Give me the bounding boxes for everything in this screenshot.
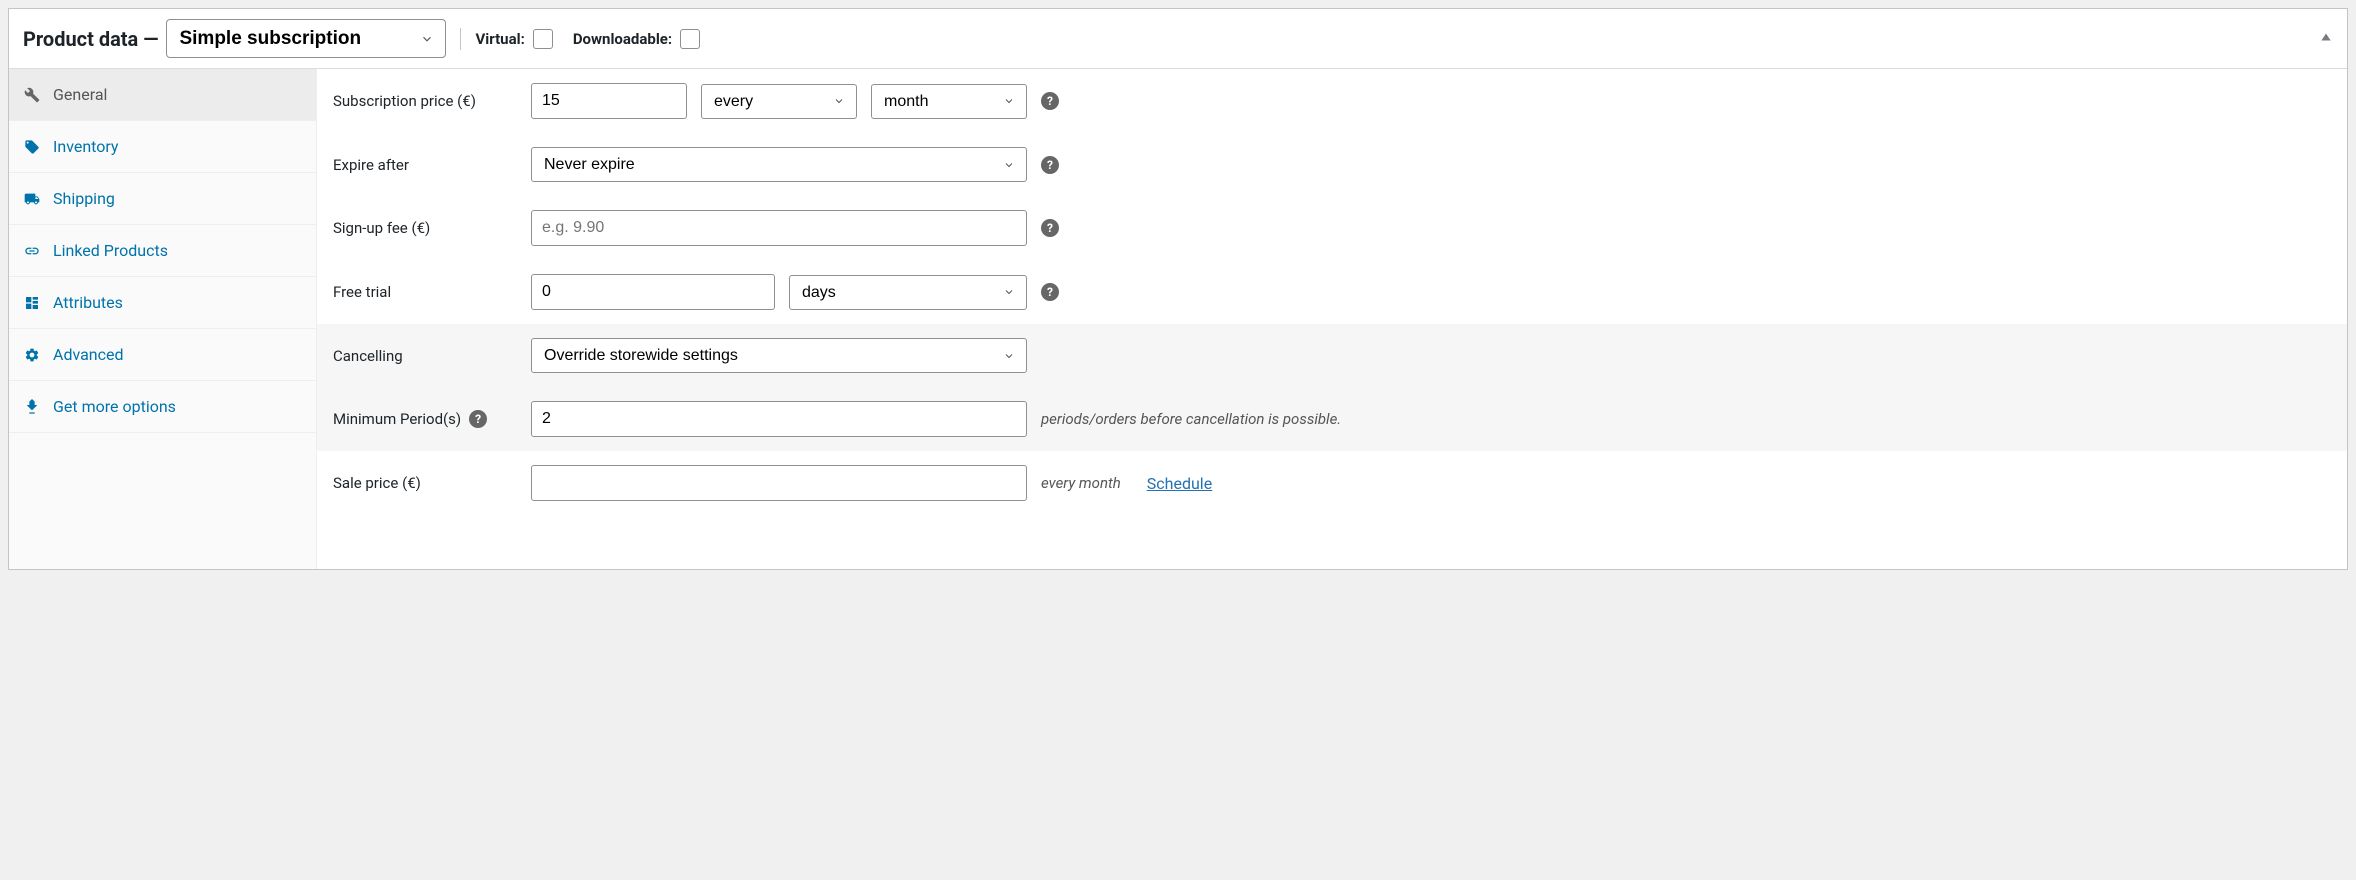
cancelling-section: Cancelling Override storewide settings M… — [317, 324, 2347, 451]
layout-icon — [23, 294, 41, 312]
row-subscription-price: Subscription price (€) every month ? — [317, 69, 2347, 133]
row-free-trial: Free trial days ? — [317, 260, 2347, 324]
min-periods-input[interactable] — [531, 401, 1027, 437]
row-cancelling: Cancelling Override storewide settings — [317, 324, 2347, 387]
tab-label: Shipping — [53, 189, 115, 208]
row-expire-after: Expire after Never expire ? — [317, 133, 2347, 196]
virtual-checkbox[interactable] — [533, 29, 553, 49]
tab-more-link[interactable]: Get more options — [9, 381, 316, 432]
subscription-period-select[interactable]: month — [871, 84, 1027, 119]
tab-attributes-link[interactable]: Attributes — [9, 277, 316, 328]
plugin-icon — [23, 398, 41, 416]
subscription-price-input[interactable] — [531, 83, 687, 119]
wrench-icon — [23, 86, 41, 104]
product-data-tabs: General Inventory Shipping — [9, 69, 317, 569]
sale-price-suffix: every month — [1041, 474, 1121, 492]
row-sale-price: Sale price (€) every month Schedule — [317, 451, 2347, 515]
downloadable-label: Downloadable: — [573, 30, 672, 48]
virtual-label: Virtual: — [475, 30, 524, 48]
tag-icon — [23, 138, 41, 156]
min-periods-hint: periods/orders before cancellation is po… — [1041, 410, 1341, 428]
sale-price-input[interactable] — [531, 465, 1027, 501]
signup-fee-input[interactable] — [531, 210, 1027, 246]
collapse-toggle[interactable] — [2319, 30, 2333, 48]
label-subscription-price: Subscription price (€) — [333, 92, 517, 110]
truck-icon — [23, 190, 41, 208]
help-icon[interactable]: ? — [1041, 156, 1059, 174]
help-icon[interactable]: ? — [1041, 92, 1059, 110]
divider — [460, 28, 461, 50]
downloadable-checkbox[interactable] — [680, 29, 700, 49]
tab-general-link[interactable]: General — [9, 69, 316, 120]
product-type-wrap: Simple subscription — [166, 19, 446, 58]
cancelling-select[interactable]: Override storewide settings — [531, 338, 1027, 373]
label-expire-after: Expire after — [333, 156, 517, 174]
panel-body: General Inventory Shipping — [9, 69, 2347, 569]
tab-advanced-link[interactable]: Advanced — [9, 329, 316, 380]
free-trial-input[interactable] — [531, 274, 775, 310]
label-min-periods: Minimum Period(s) — [333, 410, 461, 428]
tab-label: General — [53, 85, 107, 104]
row-min-periods: Minimum Period(s) ? periods/orders befor… — [317, 387, 2347, 451]
schedule-link[interactable]: Schedule — [1147, 474, 1212, 493]
label-cancelling: Cancelling — [333, 347, 517, 365]
tab-linked-products: Linked Products — [9, 225, 316, 277]
tab-shipping-link[interactable]: Shipping — [9, 173, 316, 224]
tab-advanced: Advanced — [9, 329, 316, 381]
tab-general: General — [9, 69, 316, 121]
expire-after-select[interactable]: Never expire — [531, 147, 1027, 182]
tab-inventory-link[interactable]: Inventory — [9, 121, 316, 172]
tab-label: Get more options — [53, 397, 176, 416]
tab-get-more: Get more options — [9, 381, 316, 433]
help-icon[interactable]: ? — [1041, 283, 1059, 301]
tab-attributes: Attributes — [9, 277, 316, 329]
product-type-select[interactable]: Simple subscription — [166, 19, 446, 58]
tab-inventory: Inventory — [9, 121, 316, 173]
tab-linked-link[interactable]: Linked Products — [9, 225, 316, 276]
label-signup-fee: Sign-up fee (€) — [333, 219, 517, 237]
panel-title: Product data — — [23, 27, 158, 51]
tab-label: Linked Products — [53, 241, 168, 260]
label-free-trial: Free trial — [333, 283, 517, 301]
tab-content: Subscription price (€) every month ? — [317, 69, 2347, 569]
free-trial-unit-select[interactable]: days — [789, 275, 1027, 310]
tab-label: Attributes — [53, 293, 123, 312]
row-signup-fee: Sign-up fee (€) ? — [317, 196, 2347, 260]
link-icon — [23, 242, 41, 260]
tab-shipping: Shipping — [9, 173, 316, 225]
tab-label: Inventory — [53, 137, 119, 156]
tab-label: Advanced — [53, 345, 124, 364]
gear-icon — [23, 346, 41, 364]
subscription-interval-select[interactable]: every — [701, 84, 857, 119]
help-icon[interactable]: ? — [1041, 219, 1059, 237]
label-sale-price: Sale price (€) — [333, 474, 517, 492]
product-data-panel: Product data — Simple subscription Virtu… — [8, 8, 2348, 570]
panel-header: Product data — Simple subscription Virtu… — [9, 9, 2347, 69]
help-icon[interactable]: ? — [469, 410, 487, 428]
